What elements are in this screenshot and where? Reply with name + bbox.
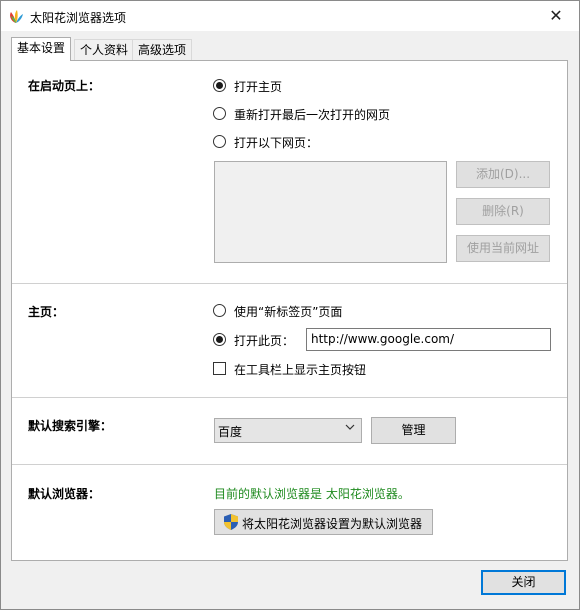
homepage-url-input[interactable]: http://www.google.com/ — [306, 328, 551, 351]
radio-button[interactable] — [213, 333, 226, 346]
chevron-down-icon — [345, 422, 355, 435]
radio-label: 打开主页 — [234, 80, 283, 94]
show-home-checkbox[interactable] — [213, 362, 226, 375]
window-title: 太阳花浏览器选项 — [30, 11, 127, 25]
tab-basic-settings[interactable]: 基本设置 — [11, 37, 72, 61]
tab-personal-data[interactable]: 个人资料 — [74, 39, 135, 60]
homepage-section-label: 主页： — [28, 305, 65, 319]
radio-button[interactable] — [213, 135, 226, 148]
settings-panel: 在启动页上： 打开主页 重新打开最后一次打开的网页 打开以下网页： 添加(D).… — [11, 60, 568, 561]
select-value: 百度 — [218, 425, 243, 439]
radio-label: 打开此页： — [234, 334, 295, 348]
tab-advanced-options[interactable]: 高级选项 — [132, 39, 193, 60]
tab-label: 个人资料 — [80, 43, 129, 57]
options-window: 太阳花浏览器选项 ✕ 基本设置 个人资料 高级选项 在启动页上： 打开主页 重新… — [0, 0, 580, 610]
set-default-browser-button[interactable]: 将太阳花浏览器设置为默认浏览器 — [214, 509, 433, 535]
default-browser-status: 目前的默认浏览器是 太阳花浏览器。 — [214, 487, 410, 501]
section-divider — [12, 283, 567, 284]
add-page-button[interactable]: 添加(D)... — [456, 161, 550, 188]
use-current-url-button[interactable]: 使用当前网址 — [456, 235, 550, 262]
startup-pages-list[interactable] — [214, 161, 447, 263]
section-divider — [12, 464, 567, 465]
title-bar: 太阳花浏览器选项 ✕ — [1, 1, 579, 31]
button-label: 将太阳花浏览器设置为默认浏览器 — [242, 517, 423, 531]
sunflower-logo-icon — [10, 10, 23, 23]
startup-section-label: 在启动页上： — [28, 79, 101, 93]
close-icon: ✕ — [549, 6, 563, 25]
radio-label: 重新打开最后一次打开的网页 — [234, 108, 391, 122]
checkbox-label: 在工具栏上显示主页按钮 — [234, 363, 367, 377]
radio-label: 使用“新标签页”页面 — [234, 305, 343, 319]
uac-shield-icon — [224, 514, 238, 530]
default-browser-section-label: 默认浏览器： — [28, 487, 101, 501]
search-engine-select[interactable]: 百度 — [214, 418, 362, 443]
close-window-button[interactable]: ✕ — [533, 1, 579, 31]
tab-label: 高级选项 — [138, 43, 187, 57]
search-section-label: 默认搜索引擎： — [28, 419, 113, 433]
radio-button[interactable] — [213, 304, 226, 317]
radio-button[interactable] — [213, 107, 226, 120]
close-button[interactable]: 关闭 — [481, 570, 566, 595]
tab-label: 基本设置 — [17, 41, 66, 55]
section-divider — [12, 397, 567, 398]
radio-label: 打开以下网页： — [234, 136, 319, 150]
remove-page-button[interactable]: 删除(R) — [456, 198, 550, 225]
manage-search-button[interactable]: 管理 — [371, 417, 456, 444]
radio-button[interactable] — [213, 79, 226, 92]
